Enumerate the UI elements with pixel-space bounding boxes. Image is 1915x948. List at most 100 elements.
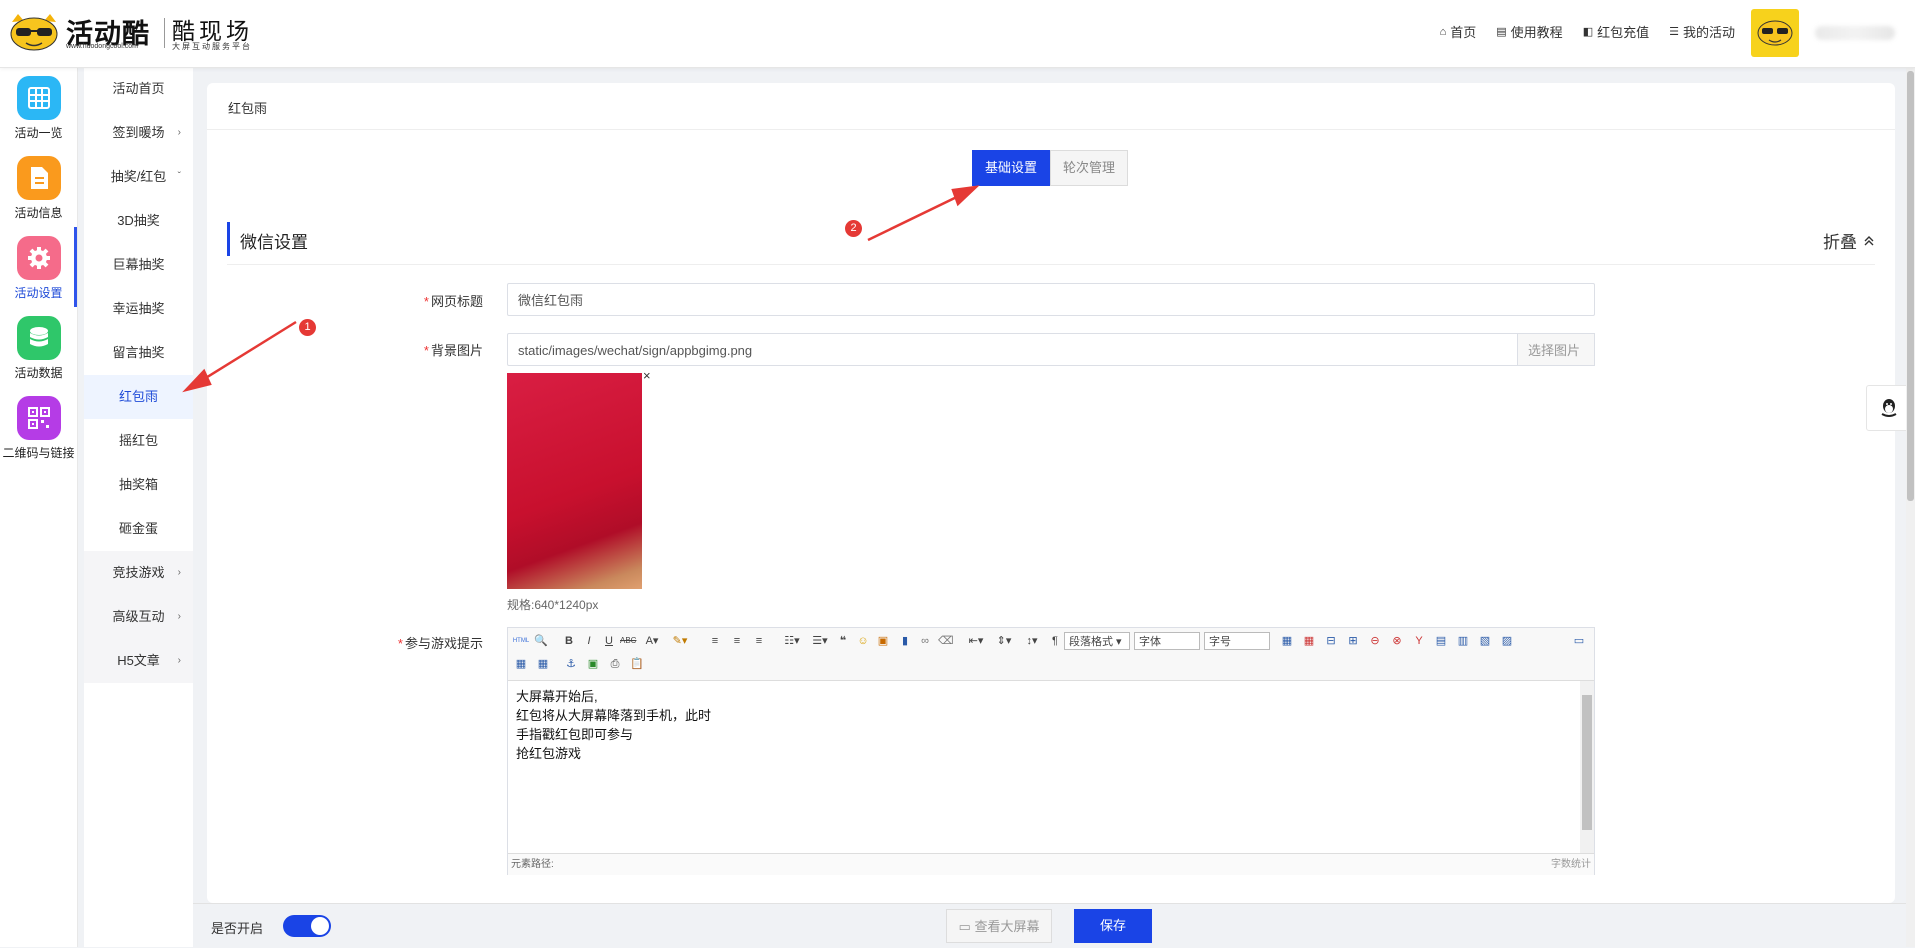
- bottom-action-bar: 是否开启 ▭ 查看大屏幕 保存: [193, 903, 1915, 948]
- view-big-screen-label: 查看大屏幕: [974, 919, 1040, 934]
- table-props-icon[interactable]: ▦: [514, 657, 528, 671]
- mascot-logo-icon[interactable]: [8, 12, 60, 52]
- submenu-item-smash-egg[interactable]: 砸金蛋: [84, 507, 193, 551]
- fullscreen-icon[interactable]: ▭: [1572, 634, 1586, 648]
- top-nav: ⌂ 首页 ▤ 使用教程 ◧ 红包充值 ☰ 我的活动: [1440, 22, 1735, 41]
- bg-image-input[interactable]: static/images/wechat/sign/appbgimg.png: [507, 333, 1527, 366]
- split-cell-icon[interactable]: Y: [1412, 634, 1426, 648]
- page-title-label-text: 网页标题: [430, 294, 483, 309]
- enable-toggle[interactable]: [283, 915, 331, 937]
- insert-image-icon[interactable]: ▣: [586, 657, 600, 671]
- eraser-icon[interactable]: ⌫: [938, 634, 954, 648]
- product-slogan: 大屏互动服务平台: [172, 42, 252, 51]
- paragraph-spacing-icon[interactable]: ⇕▾: [992, 634, 1016, 648]
- nav-tutorial[interactable]: ▤ 使用教程: [1496, 22, 1562, 41]
- italic-icon[interactable]: I: [582, 634, 596, 648]
- close-icon[interactable]: ×: [643, 368, 651, 383]
- strikethrough-icon[interactable]: ABC: [620, 634, 636, 648]
- merge-right-icon[interactable]: ▥: [1456, 634, 1470, 648]
- annotation-marker-1: 1: [299, 319, 316, 336]
- view-big-screen-button[interactable]: ▭ 查看大屏幕: [946, 909, 1052, 943]
- tab-basic-settings[interactable]: 基础设置: [972, 150, 1051, 186]
- fold-label: 折叠: [1823, 233, 1857, 252]
- rail-item-settings[interactable]: 活动设置: [0, 227, 77, 307]
- submenu-item-3d-lottery[interactable]: 3D抽奖: [84, 199, 193, 243]
- submenu-item-message-lottery[interactable]: 留言抽奖: [84, 331, 193, 375]
- submenu-item-competitive-games[interactable]: 竞技游戏 ›: [84, 551, 193, 595]
- submenu-item-lottery-box[interactable]: 抽奖箱: [84, 463, 193, 507]
- submenu-item-activity-home[interactable]: 活动首页: [84, 67, 193, 111]
- unordered-list-icon[interactable]: ☰▾: [808, 634, 832, 648]
- ordered-list-icon[interactable]: ☷▾: [780, 634, 804, 648]
- font-family-select[interactable]: 字体: [1134, 632, 1200, 650]
- delete-table-icon[interactable]: ▦: [1302, 634, 1316, 648]
- anchor-icon[interactable]: ⚓: [564, 657, 578, 671]
- highlight-icon[interactable]: ✎▾: [668, 634, 692, 648]
- paste-icon[interactable]: 📋: [630, 657, 644, 671]
- tab-round-management[interactable]: 轮次管理: [1050, 150, 1129, 186]
- rail-item-overview[interactable]: 活动一览: [0, 67, 77, 147]
- link-icon[interactable]: ∞: [918, 634, 932, 648]
- submenu-label: 留言抽奖: [112, 345, 165, 360]
- paragraph-format-select[interactable]: 段落格式 ▾: [1064, 632, 1130, 650]
- quote-icon[interactable]: ❝: [836, 634, 850, 648]
- image-icon[interactable]: ▣: [876, 634, 890, 648]
- print-icon[interactable]: ⎙: [608, 657, 622, 671]
- submenu-item-h5-article[interactable]: H5文章 ›: [84, 639, 193, 683]
- merge-down-icon[interactable]: ▧: [1478, 634, 1492, 648]
- split-rows-icon[interactable]: ▨: [1500, 634, 1514, 648]
- nav-tutorial-label: 使用教程: [1510, 25, 1563, 40]
- underline-icon[interactable]: U: [602, 634, 616, 648]
- submenu-item-giant-lottery[interactable]: 巨幕抽奖: [84, 243, 193, 287]
- rail-item-data[interactable]: 活动数据: [0, 307, 77, 387]
- font-size-select[interactable]: 字号: [1204, 632, 1270, 650]
- page-title-input[interactable]: 微信红包雨: [507, 283, 1595, 316]
- game-tip-label-text: 参与游戏提示: [404, 636, 483, 651]
- rail-label: 活动数据: [14, 366, 63, 380]
- html-source-button[interactable]: HTML: [512, 634, 530, 648]
- format-icon[interactable]: ¶: [1048, 634, 1062, 648]
- table-icon[interactable]: ▦: [1280, 634, 1294, 648]
- align-right-icon[interactable]: ≡: [752, 634, 766, 648]
- nav-home-label: 首页: [1450, 25, 1477, 40]
- nav-my-activity[interactable]: ☰ 我的活动: [1669, 22, 1735, 41]
- submenu-item-lucky-lottery[interactable]: 幸运抽奖: [84, 287, 193, 331]
- insert-col-icon[interactable]: ⊞: [1346, 634, 1360, 648]
- delete-col-icon[interactable]: ⊗: [1390, 634, 1404, 648]
- submenu-item-signin[interactable]: 签到暖场 ›: [84, 111, 193, 155]
- find-icon[interactable]: 🔍: [534, 634, 548, 648]
- merge-cells-icon[interactable]: ▤: [1434, 634, 1448, 648]
- editor-content[interactable]: 大屏幕开始后, 红包将从大屏幕降落到手机，此时 手指戳红包即可参与 抢红包游戏: [508, 681, 1578, 853]
- insert-row-icon[interactable]: ⊟: [1324, 634, 1338, 648]
- avatar-mascot-icon: [1757, 20, 1793, 46]
- editor-scrollbar[interactable]: [1580, 681, 1594, 853]
- nav-home[interactable]: ⌂ 首页: [1440, 22, 1477, 41]
- page-scrollbar[interactable]: [1906, 67, 1915, 947]
- choose-image-button[interactable]: 选择图片: [1517, 333, 1595, 366]
- submenu-item-advanced-interaction[interactable]: 高级互动 ›: [84, 595, 193, 639]
- font-color-icon[interactable]: A▾: [640, 634, 664, 648]
- submenu-item-lottery[interactable]: 抽奖/红包 ˇ: [84, 155, 193, 199]
- save-button[interactable]: 保存: [1074, 909, 1152, 943]
- rail-item-qrcode[interactable]: 二维码与链接: [0, 387, 77, 467]
- video-icon[interactable]: ▮: [898, 634, 912, 648]
- indent-icon[interactable]: ⇤▾: [964, 634, 988, 648]
- scrollbar-thumb[interactable]: [1582, 695, 1592, 830]
- avatar[interactable]: [1751, 9, 1799, 57]
- delete-row-icon[interactable]: ⊖: [1368, 634, 1382, 648]
- home-icon: ⌂: [1439, 25, 1447, 38]
- align-center-icon[interactable]: ≡: [730, 634, 744, 648]
- submenu-item-red-packet-rain[interactable]: 红包雨: [84, 375, 193, 419]
- line-height-icon[interactable]: ↕▾: [1020, 634, 1044, 648]
- cell-props-icon[interactable]: ▦: [536, 657, 550, 671]
- submenu-item-shake-red-packet[interactable]: 摇红包: [84, 419, 193, 463]
- rail-item-info[interactable]: 活动信息: [0, 147, 77, 227]
- align-left-icon[interactable]: ≡: [708, 634, 722, 648]
- emoji-icon[interactable]: ☺: [856, 634, 870, 648]
- submenu-label: H5文章: [117, 653, 160, 668]
- fold-toggle[interactable]: 折叠: [1823, 228, 1875, 253]
- nav-recharge[interactable]: ◧ 红包充值: [1583, 22, 1649, 41]
- bold-icon[interactable]: B: [562, 634, 576, 648]
- username-blurred[interactable]: [1815, 26, 1895, 40]
- scrollbar-thumb[interactable]: [1907, 71, 1914, 501]
